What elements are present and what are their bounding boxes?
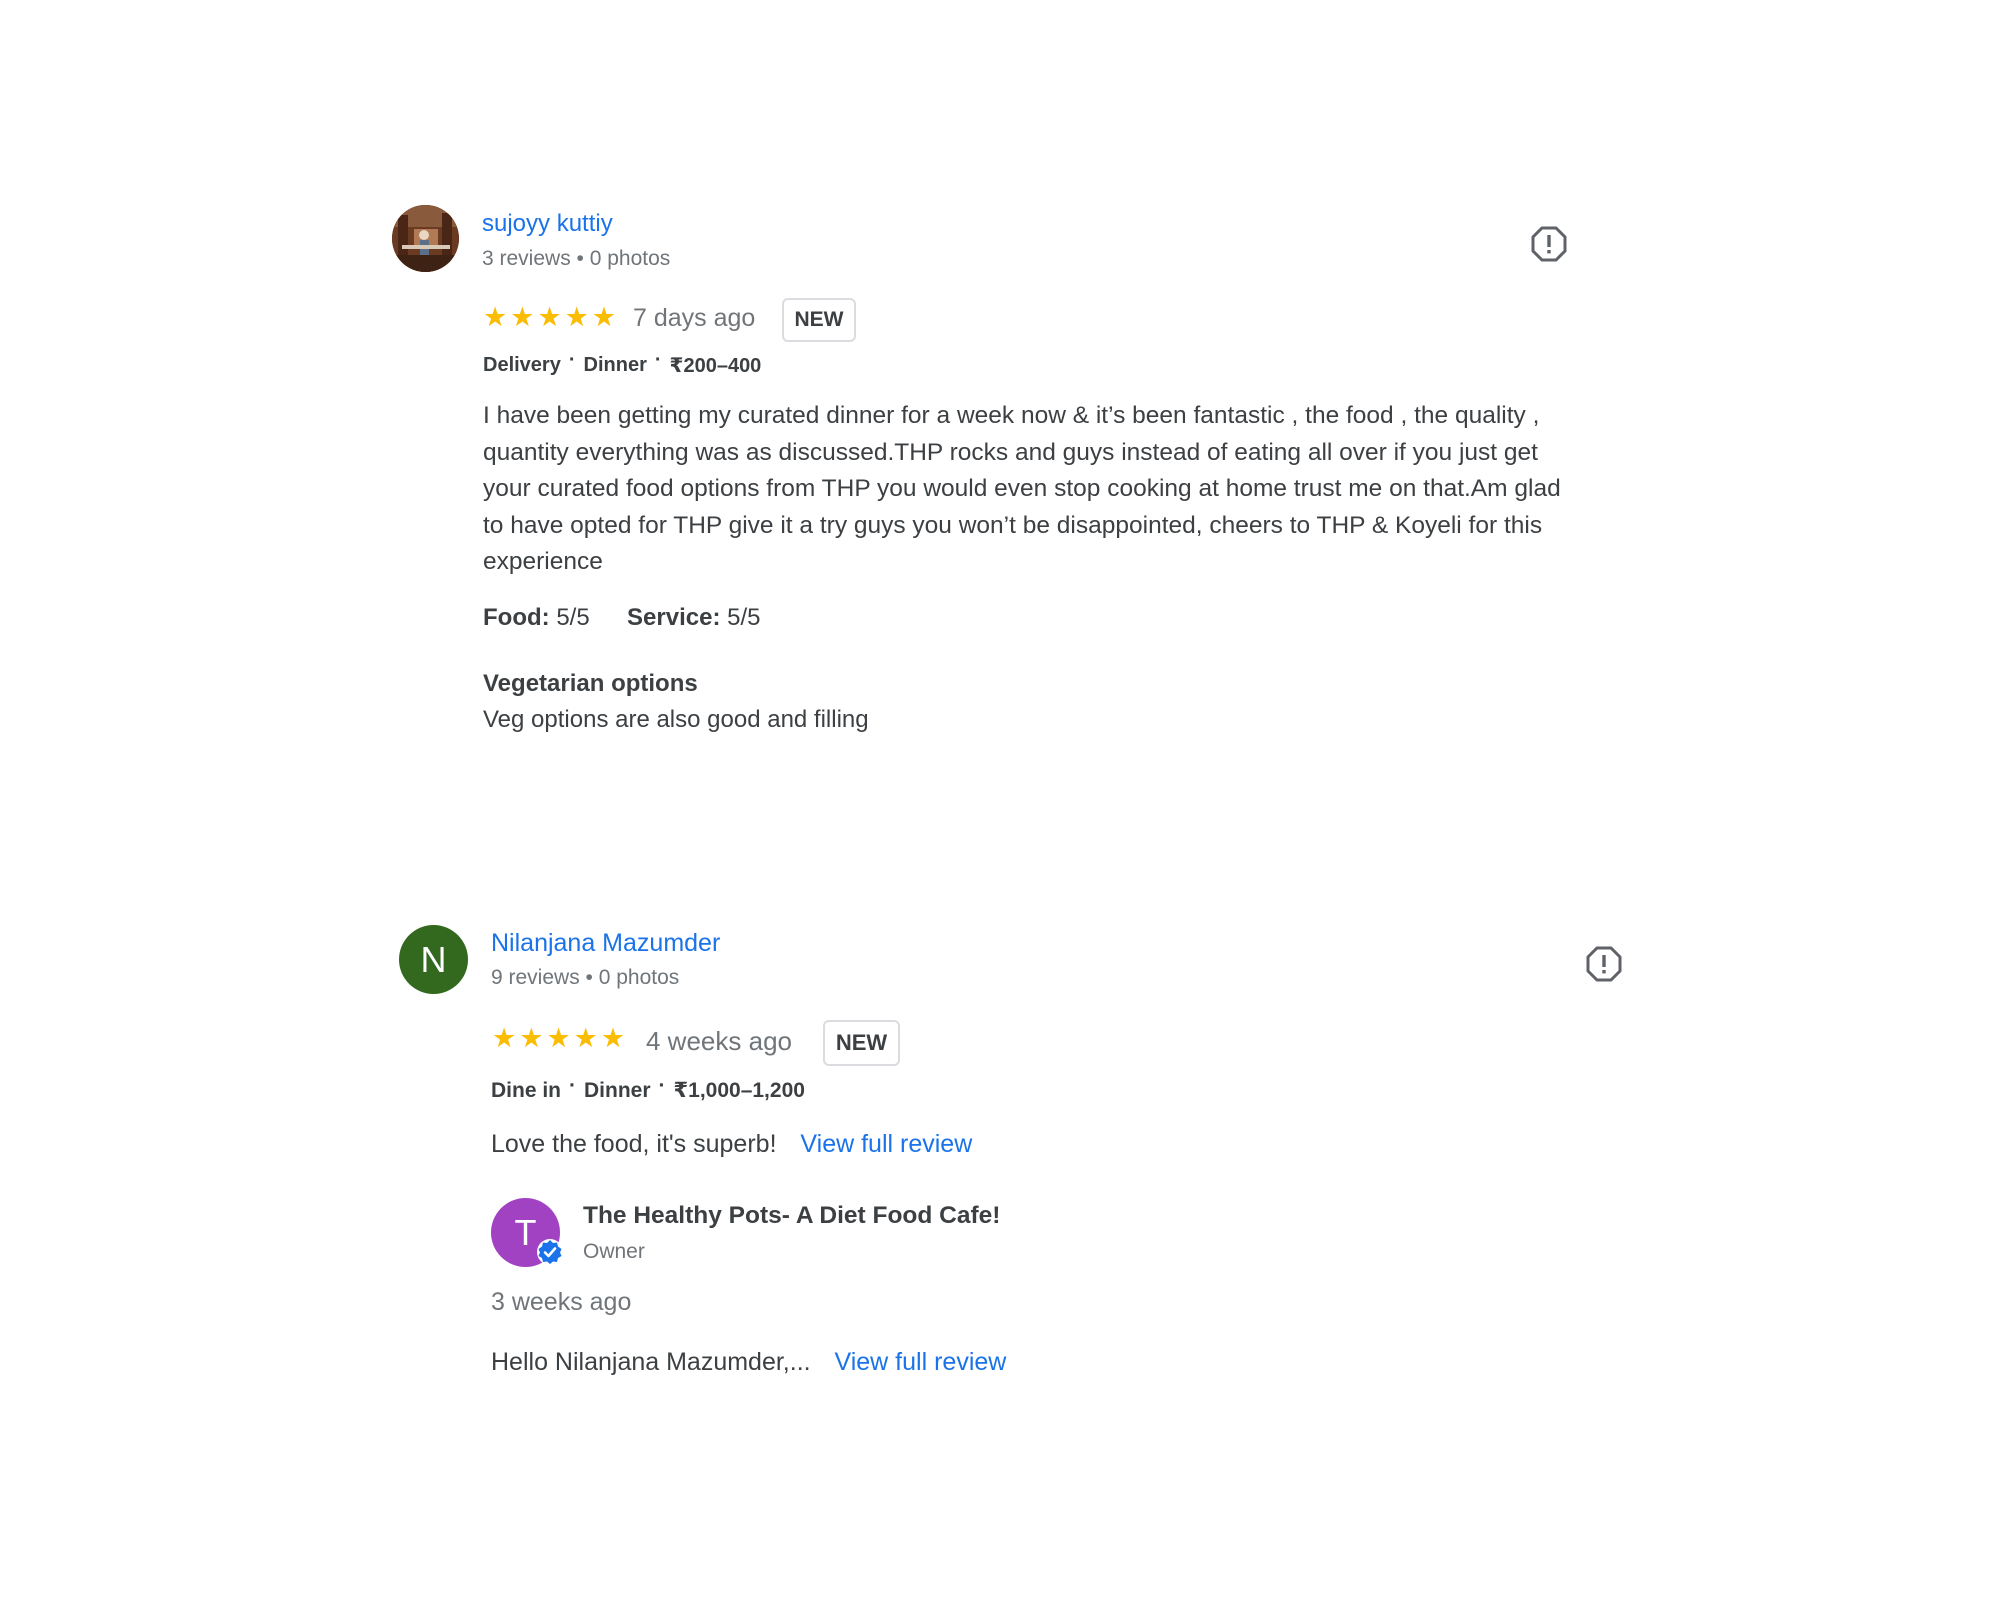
tag-separator: · bbox=[568, 349, 576, 371]
star-icon: ★ bbox=[600, 1023, 626, 1053]
owner-response-time: 3 weeks ago bbox=[491, 1288, 632, 1316]
star-icon: ★ bbox=[591, 302, 617, 332]
reviewer-name[interactable]: Nilanjana Mazumder bbox=[491, 929, 720, 958]
star-icon: ★ bbox=[492, 1023, 517, 1053]
report-flag-icon[interactable] bbox=[1586, 946, 1622, 982]
tag-meal-type: Dinner bbox=[583, 354, 647, 376]
new-badge: NEW bbox=[823, 1020, 900, 1066]
reviewer-name[interactable]: sujoyy kuttiy bbox=[482, 210, 613, 238]
reviewer-meta: 9 reviews • 0 photos bbox=[491, 966, 680, 989]
report-flag-icon[interactable] bbox=[1531, 226, 1567, 262]
attribute-value: Veg options are also good and filling bbox=[483, 706, 869, 733]
tag-price-range: ₹200–400 bbox=[669, 355, 762, 377]
star-icon: ★ bbox=[573, 1023, 598, 1053]
review-text: I have been getting my curated dinner fo… bbox=[483, 402, 1561, 575]
new-badge: NEW bbox=[782, 298, 856, 342]
star-icon: ★ bbox=[537, 302, 562, 332]
tag-meal-type: Dinner bbox=[584, 1078, 651, 1102]
review-time: 4 weeks ago bbox=[646, 1026, 792, 1056]
tag-price-range: ₹1,000–1,200 bbox=[673, 1079, 805, 1102]
tag-service-type: Delivery bbox=[483, 354, 561, 376]
owner-role: Owner bbox=[583, 1240, 645, 1263]
review-text: Love the food, it's superb! bbox=[491, 1130, 777, 1158]
star-icon: ★ bbox=[510, 302, 535, 332]
food-rating-value: 5/5 bbox=[556, 604, 590, 631]
star-icon: ★ bbox=[483, 302, 508, 332]
star-rating: ★ ★ ★ ★ ★ bbox=[492, 1025, 625, 1052]
avatar-photo-image bbox=[392, 205, 459, 272]
reviewer-meta: 3 reviews • 0 photos bbox=[482, 247, 671, 270]
sub-ratings: Food: 5/5 Service: 5/5 bbox=[483, 604, 760, 632]
owner-response-text: Hello Nilanjana Mazumder,... bbox=[491, 1348, 811, 1376]
owner-response-snippet: Hello Nilanjana Mazumder,... View full r… bbox=[491, 1344, 1006, 1381]
food-rating-label: Food: bbox=[483, 604, 550, 631]
attribute-title: Vegetarian options bbox=[483, 670, 698, 697]
reviewer-avatar[interactable] bbox=[392, 205, 459, 272]
tag-separator: · bbox=[658, 1073, 666, 1097]
owner-name: The Healthy Pots- A Diet Food Cafe! bbox=[583, 1202, 1001, 1229]
review-snippet: Love the food, it's superb! View full re… bbox=[491, 1126, 972, 1163]
review-tags: Dine in · Dinner · ₹1,000–1,200 bbox=[491, 1074, 805, 1103]
view-full-response-link[interactable]: View full review bbox=[835, 1348, 1007, 1376]
verified-badge-icon bbox=[536, 1238, 564, 1271]
view-full-review-link[interactable]: View full review bbox=[800, 1130, 972, 1158]
tag-separator: · bbox=[654, 349, 662, 371]
service-rating-value: 5/5 bbox=[727, 604, 761, 631]
service-rating-label: Service: bbox=[627, 604, 721, 631]
star-icon: ★ bbox=[546, 1023, 571, 1053]
star-rating: ★ ★ ★ ★ ★ bbox=[483, 304, 616, 331]
review-time: 7 days ago bbox=[633, 304, 756, 332]
reviewer-avatar[interactable]: N bbox=[399, 925, 468, 994]
star-icon: ★ bbox=[564, 302, 589, 332]
tag-separator: · bbox=[569, 1073, 577, 1097]
star-icon: ★ bbox=[519, 1023, 544, 1053]
tag-service-type: Dine in bbox=[491, 1078, 562, 1102]
review-tags: Delivery · Dinner · ₹200–400 bbox=[483, 349, 762, 378]
